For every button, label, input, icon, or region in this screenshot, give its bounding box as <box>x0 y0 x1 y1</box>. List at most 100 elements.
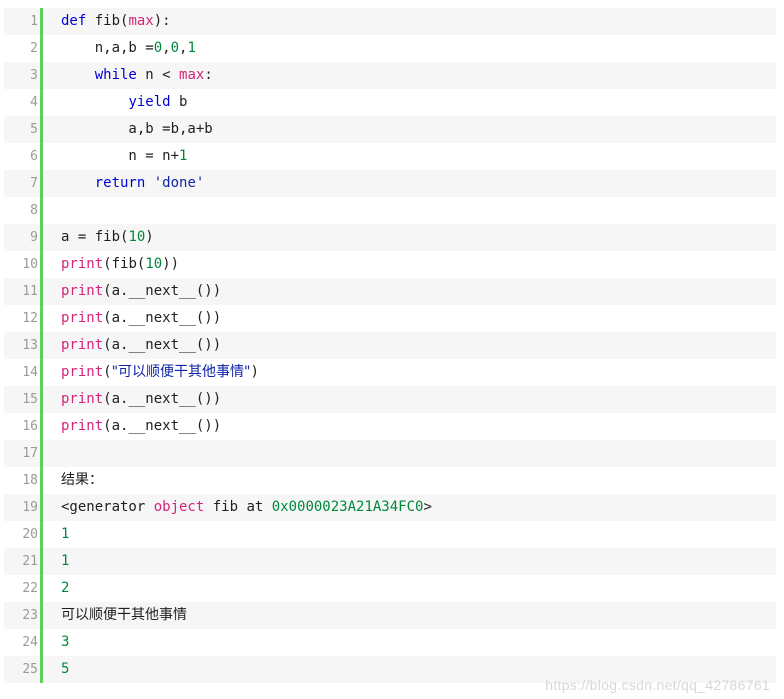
code-token: (a.__next__()) <box>103 418 222 434</box>
line-number: 4 <box>4 89 43 116</box>
code-token: fib at <box>204 499 272 515</box>
code-text: print(a.__next__()) <box>43 386 221 413</box>
code-line: 13 print(a.__next__()) <box>4 332 776 359</box>
code-text: print(a.__next__()) <box>43 413 221 440</box>
code-token: (a.__next__()) <box>103 283 222 299</box>
line-number: 25 <box>4 656 43 683</box>
line-number: 11 <box>4 278 43 305</box>
code-token: print <box>61 256 104 272</box>
code-token: 10 <box>145 256 163 272</box>
line-number: 7 <box>4 170 43 197</box>
code-text: 2 <box>43 575 69 602</box>
code-line: 12 print(a.__next__()) <box>4 305 776 332</box>
code-token: b <box>170 94 188 110</box>
code-token: print <box>61 418 104 434</box>
code-token: n < <box>136 67 180 83</box>
code-text: a = fib(10) <box>43 224 154 251</box>
code-text: 5 <box>43 656 69 683</box>
code-line: 5 a,b =b,a+b <box>4 116 776 143</box>
code-token: 结果： <box>61 472 103 488</box>
code-line: 11 print(a.__next__()) <box>4 278 776 305</box>
code-token: def <box>61 13 87 29</box>
code-text: 1 <box>43 548 69 575</box>
code-text: while n < max: <box>43 62 213 89</box>
code-token: 1 <box>61 553 70 569</box>
code-line: 6 n = n+1 <box>4 143 776 170</box>
line-number: 17 <box>4 440 43 467</box>
code-token: print <box>61 310 104 326</box>
line-number: 21 <box>4 548 43 575</box>
code-token: 0x0000023A21A34FC0 <box>271 499 424 515</box>
line-number: 9 <box>4 224 43 251</box>
code-line: 20 1 <box>4 521 776 548</box>
code-text: return 'done' <box>43 170 205 197</box>
line-number: 10 <box>4 251 43 278</box>
line-number: 13 <box>4 332 43 359</box>
code-line: 10 print(fib(10)) <box>4 251 776 278</box>
code-token: (a.__next__()) <box>103 310 222 326</box>
code-token: "可以顺便干其他事情" <box>111 364 251 380</box>
code-text: a,b =b,a+b <box>43 116 213 143</box>
code-token: a = fib( <box>61 229 129 245</box>
code-token: 5 <box>61 661 70 677</box>
code-token: 3 <box>61 634 70 650</box>
code-text: print(a.__next__()) <box>43 305 221 332</box>
code-line: 15 print(a.__next__()) <box>4 386 776 413</box>
code-token: 10 <box>128 229 146 245</box>
code-token: max <box>128 13 154 29</box>
code-text: 结果： <box>43 467 103 494</box>
line-number: 24 <box>4 629 43 656</box>
code-text: n,a,b =0,0,1 <box>43 35 196 62</box>
code-token: print <box>61 283 104 299</box>
code-line: 1 def fib(max): <box>4 8 776 35</box>
code-token: print <box>61 337 104 353</box>
line-number: 6 <box>4 143 43 170</box>
code-line: 24 3 <box>4 629 776 656</box>
code-token: > <box>423 499 432 515</box>
code-text: 可以顺便干其他事情 <box>43 602 187 629</box>
code-line: 21 1 <box>4 548 776 575</box>
code-line: 23 可以顺便干其他事情 <box>4 602 776 629</box>
code-text: print("可以顺便干其他事情") <box>43 359 259 386</box>
line-number: 16 <box>4 413 43 440</box>
code-token: n = n+ <box>61 148 180 164</box>
watermark: https://blog.csdn.net/qq_42786761 <box>545 677 770 693</box>
code-token: (a.__next__()) <box>103 337 222 353</box>
code-line: 9a = fib(10) <box>4 224 776 251</box>
code-token: 1 <box>61 526 70 542</box>
line-number: 15 <box>4 386 43 413</box>
code-token: 0 <box>153 40 163 56</box>
line-number: 20 <box>4 521 43 548</box>
line-number: 19 <box>4 494 43 521</box>
code-token: 'done' <box>153 175 205 191</box>
code-token: max <box>179 67 205 83</box>
code-line: 18 结果： <box>4 467 776 494</box>
code-text: print(fib(10)) <box>43 251 179 278</box>
code-token: 0 <box>170 40 180 56</box>
code-text: n = n+1 <box>43 143 187 170</box>
code-token: yield <box>128 94 171 110</box>
code-text: print(a.__next__()) <box>43 278 221 305</box>
line-number: 2 <box>4 35 43 62</box>
code-line: 2 n,a,b =0,0,1 <box>4 35 776 62</box>
code-token: while <box>94 67 137 83</box>
code-token: 可以顺便干其他事情 <box>61 607 187 623</box>
code-text: def fib(max): <box>43 8 171 35</box>
code-text: yield b <box>43 89 187 116</box>
code-text: <generator object fib at 0x0000023A21A34… <box>43 494 432 521</box>
line-number: 18 <box>4 467 43 494</box>
code-token: a,b =b,a+b <box>61 121 213 137</box>
code-token: fib( <box>86 13 129 29</box>
code-text: 3 <box>43 629 69 656</box>
code-token: (a.__next__()) <box>103 391 222 407</box>
code-line: 4 yield b <box>4 89 776 116</box>
code-line: 3 while n < max: <box>4 62 776 89</box>
code-token: 2 <box>61 580 70 596</box>
line-number: 23 <box>4 602 43 629</box>
code-token: )) <box>162 256 180 272</box>
code-line: 19 <generator object fib at 0x0000023A21A… <box>4 494 776 521</box>
